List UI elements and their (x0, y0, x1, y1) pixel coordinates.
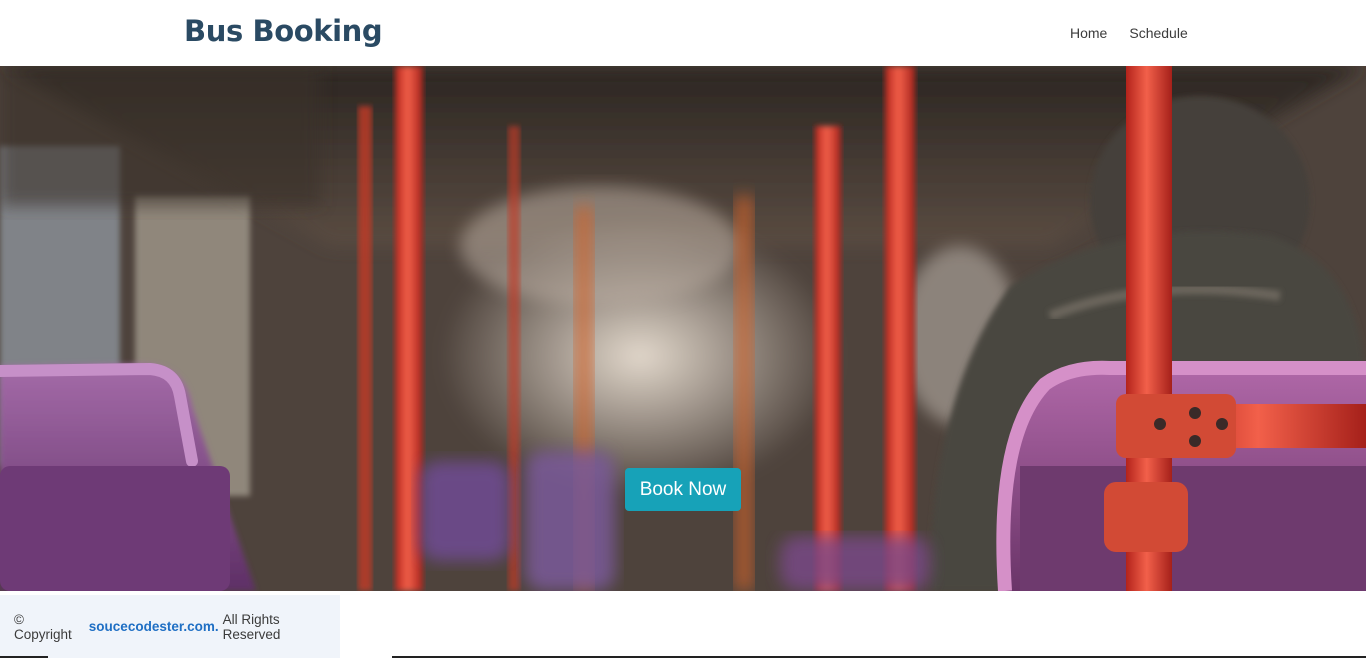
copyright-link[interactable]: soucecodester.com. (89, 619, 219, 634)
copyright-suffix: All Rights Reserved (222, 611, 281, 642)
hero-section: Book Now (0, 66, 1366, 591)
book-now-button[interactable]: Book Now (625, 468, 741, 511)
footer: © Copyright soucecodester.com. All Right… (0, 591, 1366, 658)
copyright-prefix: © Copyright (14, 611, 72, 642)
bus-interior-image (0, 66, 1366, 591)
nav-link-home[interactable]: Home (1070, 25, 1107, 41)
copyright-text: © Copyright soucecodester.com. All Right… (0, 595, 340, 658)
top-navbar: Bus Booking Home Schedule (0, 0, 1366, 66)
nav-link-schedule[interactable]: Schedule (1129, 25, 1187, 41)
brand-logo[interactable]: Bus Booking (184, 14, 383, 48)
main-nav: Home Schedule (1070, 25, 1188, 41)
